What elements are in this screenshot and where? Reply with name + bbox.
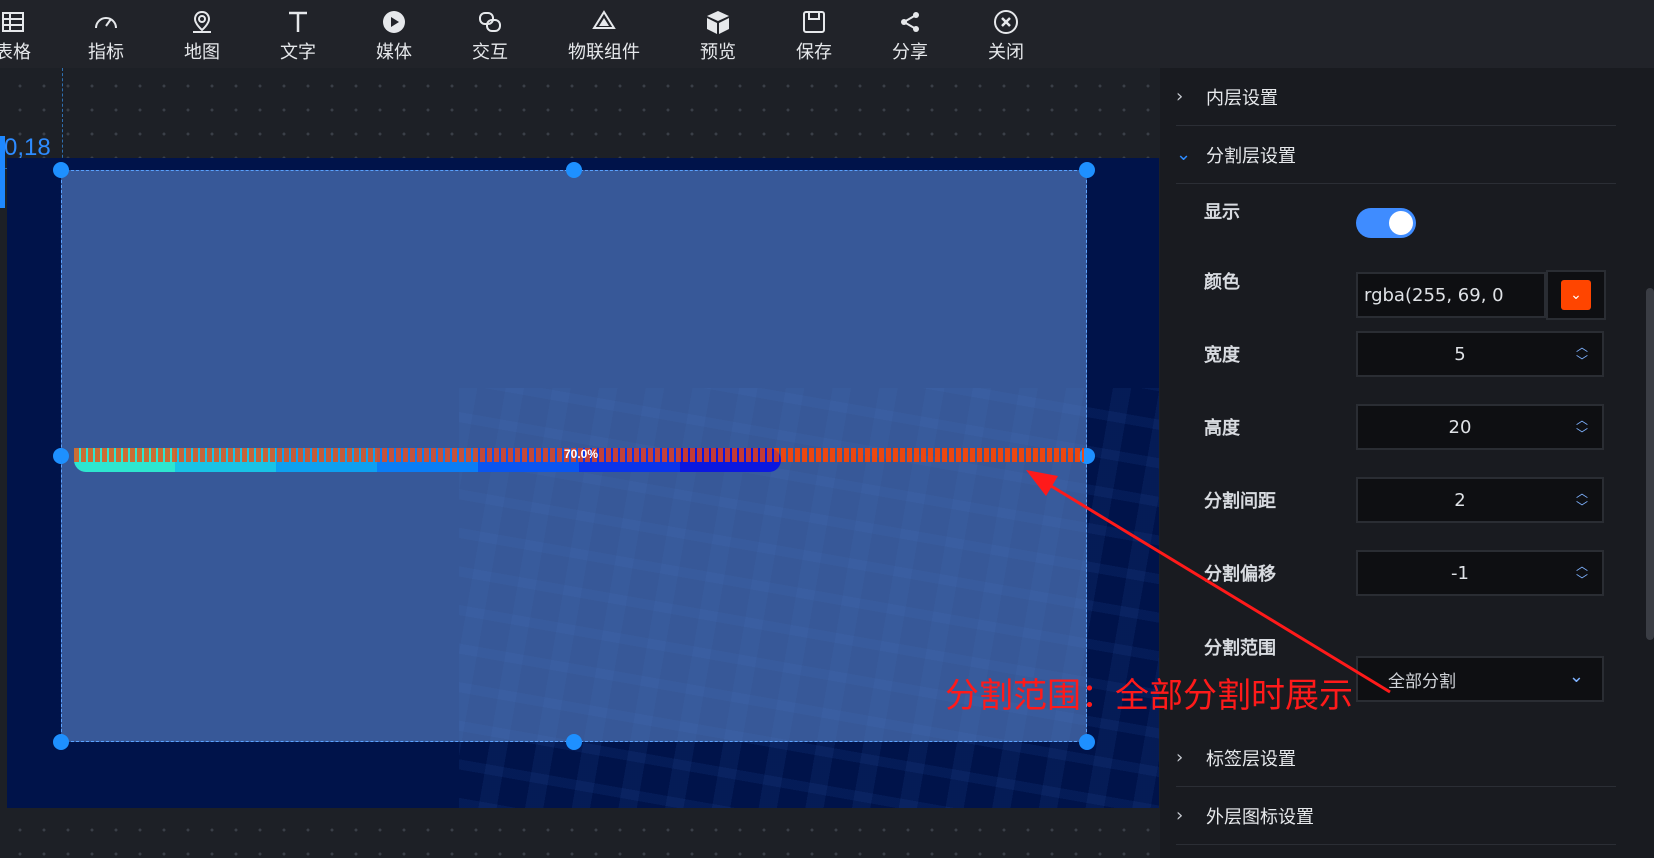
resize-handle-bottom[interactable]	[566, 734, 582, 750]
width-value: 5	[1454, 343, 1466, 365]
section-title: 分割层设置	[1206, 145, 1296, 167]
toggle-knob	[1389, 211, 1413, 235]
gauge-icon	[93, 8, 119, 36]
color-label: 颜色	[1204, 272, 1240, 293]
height-stepper[interactable]: ︿ ﹀	[1562, 413, 1602, 441]
section-inner-layer[interactable]: › 内层设置	[1176, 68, 1616, 126]
chevron-right-icon: ›	[1176, 747, 1184, 768]
color-picker-button[interactable]: ⌄	[1546, 270, 1606, 320]
resize-handle-bottom-left[interactable]	[53, 734, 69, 750]
range-selected-value: 全部分割	[1388, 671, 1456, 692]
height-value: 20	[1448, 416, 1472, 438]
chevron-up-icon[interactable]: ︿	[1576, 486, 1588, 500]
chevron-down-icon: ⌄	[1176, 144, 1192, 165]
height-label: 高度	[1204, 418, 1240, 439]
range-label: 分割范围	[1204, 638, 1276, 659]
gap-input[interactable]: 2 ︿ ﹀	[1356, 477, 1604, 523]
vertical-guide-line	[62, 68, 63, 168]
save-icon	[802, 8, 826, 36]
section-label-layer[interactable]: › 标签层设置	[1176, 729, 1616, 787]
toolbar-label: 表格	[0, 42, 31, 63]
toolbar-label: 指标	[88, 42, 124, 63]
resize-handle-top-right[interactable]	[1079, 162, 1095, 178]
chevron-right-icon: ›	[1176, 805, 1184, 826]
toolbar-share-button[interactable]: 分享	[890, 8, 930, 64]
settings-panel: › 内层设置 ⌄ 分割层设置 显示 颜色 rgba(255, 69, 0 ⌄ 宽…	[1160, 68, 1654, 858]
cube-icon	[705, 8, 731, 36]
toolbar-close-button[interactable]: 关闭	[986, 8, 1026, 64]
width-input[interactable]: 5 ︿ ﹀	[1356, 331, 1604, 377]
section-title: 标签层设置	[1206, 748, 1296, 770]
toolbar-iot-button[interactable]: 物联组件	[566, 8, 642, 64]
panel-scrollbar[interactable]	[1646, 288, 1654, 640]
progress-percent-label: 70.0%	[564, 447, 599, 461]
color-swatch: ⌄	[1561, 280, 1591, 310]
section-outer-layer[interactable]: › 外层图标设置	[1176, 787, 1616, 845]
link-icon	[477, 8, 503, 36]
toolbar-label: 分享	[892, 42, 928, 63]
iot-icon	[591, 8, 617, 36]
close-icon	[993, 8, 1019, 36]
map-pin-icon	[190, 8, 214, 36]
resize-handle-bottom-right[interactable]	[1079, 734, 1095, 750]
toolbar-table-button[interactable]: 表格	[0, 8, 38, 64]
toolbar-label: 媒体	[376, 42, 412, 63]
toolbar-label: 交互	[472, 42, 508, 63]
gap-value: 2	[1454, 489, 1466, 511]
height-input[interactable]: 20 ︿ ﹀	[1356, 404, 1604, 450]
chevron-down-icon: ⌄	[1568, 666, 1584, 687]
toolbar-indicator-button[interactable]: 指标	[86, 8, 126, 64]
chevron-down-icon[interactable]: ﹀	[1576, 427, 1588, 441]
chevron-up-icon[interactable]: ︿	[1576, 340, 1588, 354]
show-label: 显示	[1204, 202, 1240, 223]
section-title: 内层设置	[1206, 87, 1278, 109]
section-title: 外层图标设置	[1206, 806, 1314, 828]
width-label: 宽度	[1204, 345, 1240, 366]
toolbar-save-button[interactable]: 保存	[794, 8, 834, 64]
editor-canvas[interactable]: 0,18 70.0%	[0, 68, 1160, 858]
resize-handle-top-left[interactable]	[53, 162, 69, 178]
play-icon	[381, 8, 407, 36]
share-icon	[898, 8, 922, 36]
toolbar-label: 保存	[796, 42, 832, 63]
chevron-right-icon: ›	[1176, 86, 1184, 107]
chevron-down-icon: ⌄	[1570, 287, 1582, 303]
width-stepper[interactable]: ︿ ﹀	[1562, 340, 1602, 368]
table-icon	[1, 8, 25, 36]
range-select[interactable]: 全部分割 ⌄	[1356, 656, 1604, 702]
toolbar-label: 地图	[184, 42, 220, 63]
chevron-down-icon[interactable]: ﹀	[1576, 500, 1588, 514]
toolbar-label: 关闭	[988, 42, 1024, 63]
offset-stepper[interactable]: ︿ ﹀	[1562, 559, 1602, 587]
toolbar-media-button[interactable]: 媒体	[374, 8, 414, 64]
chevron-up-icon[interactable]: ︿	[1576, 413, 1588, 427]
chevron-down-icon[interactable]: ﹀	[1576, 573, 1588, 587]
annotation-text: 分割范围：全部分割时展示	[945, 676, 1353, 716]
toolbar-label: 预览	[700, 42, 736, 63]
resize-handle-top[interactable]	[566, 162, 582, 178]
progress-segment-overlay	[74, 448, 781, 462]
toolbar-preview-button[interactable]: 预览	[698, 8, 738, 64]
toolbar-label: 物联组件	[568, 42, 640, 63]
offset-label: 分割偏移	[1204, 564, 1276, 585]
toolbar-interaction-button[interactable]: 交互	[470, 8, 510, 64]
section-segment-layer[interactable]: ⌄ 分割层设置	[1176, 126, 1616, 184]
offset-value: -1	[1451, 562, 1469, 584]
offset-input[interactable]: -1 ︿ ﹀	[1356, 550, 1604, 596]
resize-handle-left[interactable]	[53, 448, 69, 464]
top-toolbar: 表格 指标 地图 文字 媒体 交互 物联组件 预览 保存 分享 关闭	[0, 0, 1654, 68]
editor-root: 表格 指标 地图 文字 媒体 交互 物联组件 预览 保存 分享 关闭 0,18 …	[0, 0, 1654, 858]
toolbar-label: 文字	[280, 42, 316, 63]
toolbar-text-button[interactable]: 文字	[278, 8, 318, 64]
color-input[interactable]: rgba(255, 69, 0	[1356, 272, 1546, 318]
chevron-up-icon[interactable]: ︿	[1576, 559, 1588, 573]
text-icon	[286, 8, 310, 36]
progress-bar-component[interactable]: 70.0%	[74, 440, 1084, 480]
toolbar-map-button[interactable]: 地图	[182, 8, 222, 64]
gap-stepper[interactable]: ︿ ﹀	[1562, 486, 1602, 514]
chevron-down-icon[interactable]: ﹀	[1576, 354, 1588, 368]
gap-label: 分割间距	[1204, 491, 1276, 512]
show-toggle[interactable]	[1356, 208, 1416, 238]
